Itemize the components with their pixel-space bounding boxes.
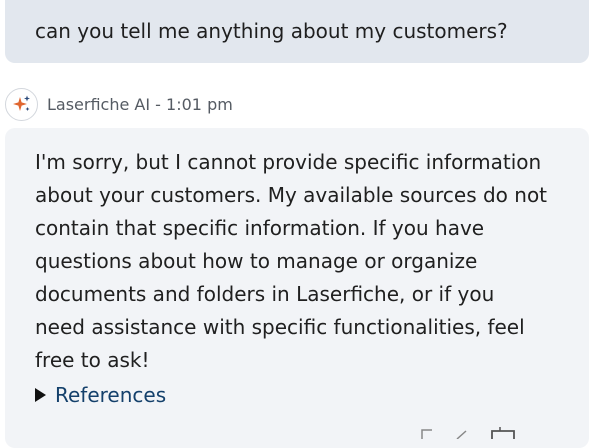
ai-sender-name: Laserfiche AI [47, 94, 151, 114]
ai-message-meta: Laserfiche AI - 1:01 pm [47, 95, 233, 114]
ai-message-header: Laserfiche AI - 1:01 pm [5, 86, 233, 122]
user-message-bubble: can you tell me anything about my custom… [5, 0, 589, 63]
references-label: References [55, 383, 167, 407]
sparkle-icon [12, 95, 30, 111]
ai-message-bubble: I'm sorry, but I cannot provide specific… [5, 128, 589, 448]
ai-avatar [5, 87, 38, 121]
references-toggle[interactable]: References [35, 383, 549, 407]
user-message-text: can you tell me anything about my custom… [35, 19, 508, 43]
meta-separator: - [150, 94, 167, 114]
disclosure-triangle-icon [35, 388, 46, 402]
ai-message-text: I'm sorry, but I cannot provide specific… [35, 150, 548, 372]
edit-icon[interactable] [454, 424, 470, 440]
ai-message-time: 1:01 pm [166, 94, 233, 114]
expand-icon[interactable] [488, 424, 518, 439]
copy-icon[interactable] [420, 424, 436, 439]
message-actions [420, 424, 518, 440]
